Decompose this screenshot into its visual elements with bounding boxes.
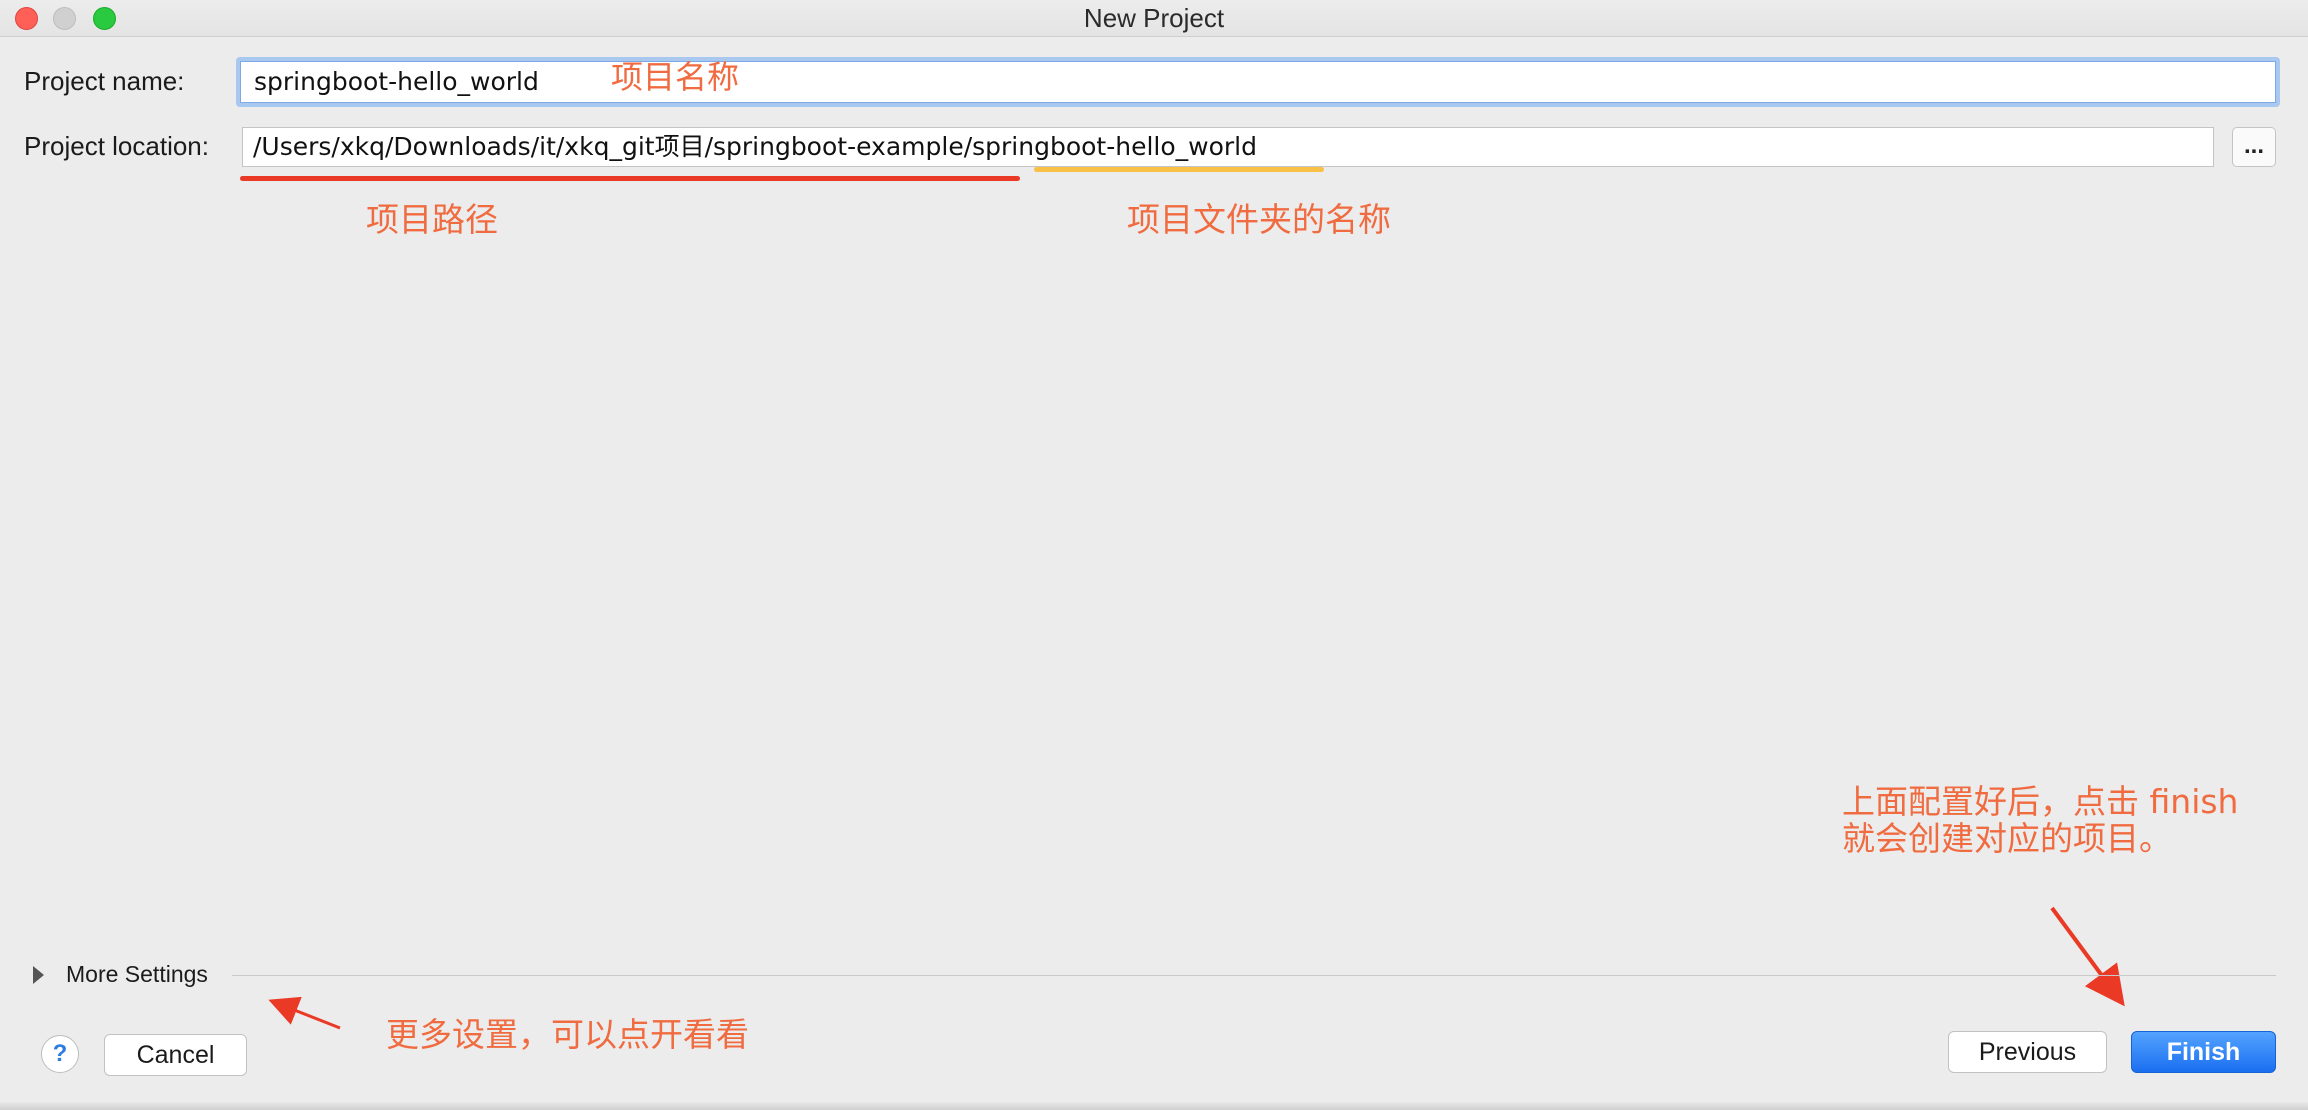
folder-name-underline	[1034, 167, 1324, 172]
annotation-project-name: 项目名称	[611, 58, 740, 96]
cancel-button[interactable]: Cancel	[104, 1034, 247, 1076]
previous-button[interactable]: Previous	[1948, 1031, 2107, 1073]
annotation-finish-line1: 上面配置好后，点击 finish	[1842, 782, 2239, 821]
annotation-project-path: 项目路径	[366, 200, 498, 239]
annotation-finish-line2: 就会创建对应的项目。	[1842, 819, 2172, 858]
browse-location-button[interactable]: ...	[2232, 127, 2276, 167]
more-settings-divider	[232, 975, 2276, 976]
window-bottom-edge	[0, 1102, 2308, 1110]
help-button[interactable]: ?	[41, 1035, 79, 1073]
window-title: New Project	[1083, 3, 1225, 33]
annotation-more-settings: 更多设置，可以点开看看	[386, 1015, 749, 1054]
path-underline	[240, 176, 1020, 181]
project-location-label: Project location:	[24, 131, 209, 161]
disclosure-triangle-icon[interactable]	[33, 966, 44, 984]
more-settings-toggle[interactable]: More Settings	[66, 961, 208, 988]
annotation-folder-name: 项目文件夹的名称	[1127, 200, 1391, 239]
arrow-to-more-settings	[268, 996, 341, 1030]
project-location-input[interactable]: /Users/xkq/Downloads/it/xkq_git项目/spring…	[242, 127, 2214, 167]
finish-button[interactable]: Finish	[2131, 1031, 2276, 1073]
title-bar: New Project	[0, 0, 2308, 37]
new-project-dialog: New Project Project name: springboot-hel…	[0, 0, 2308, 1110]
arrow-to-finish	[2050, 906, 2125, 1007]
project-name-input[interactable]: springboot-hello_world	[236, 57, 2280, 107]
project-name-label: Project name:	[24, 66, 185, 96]
